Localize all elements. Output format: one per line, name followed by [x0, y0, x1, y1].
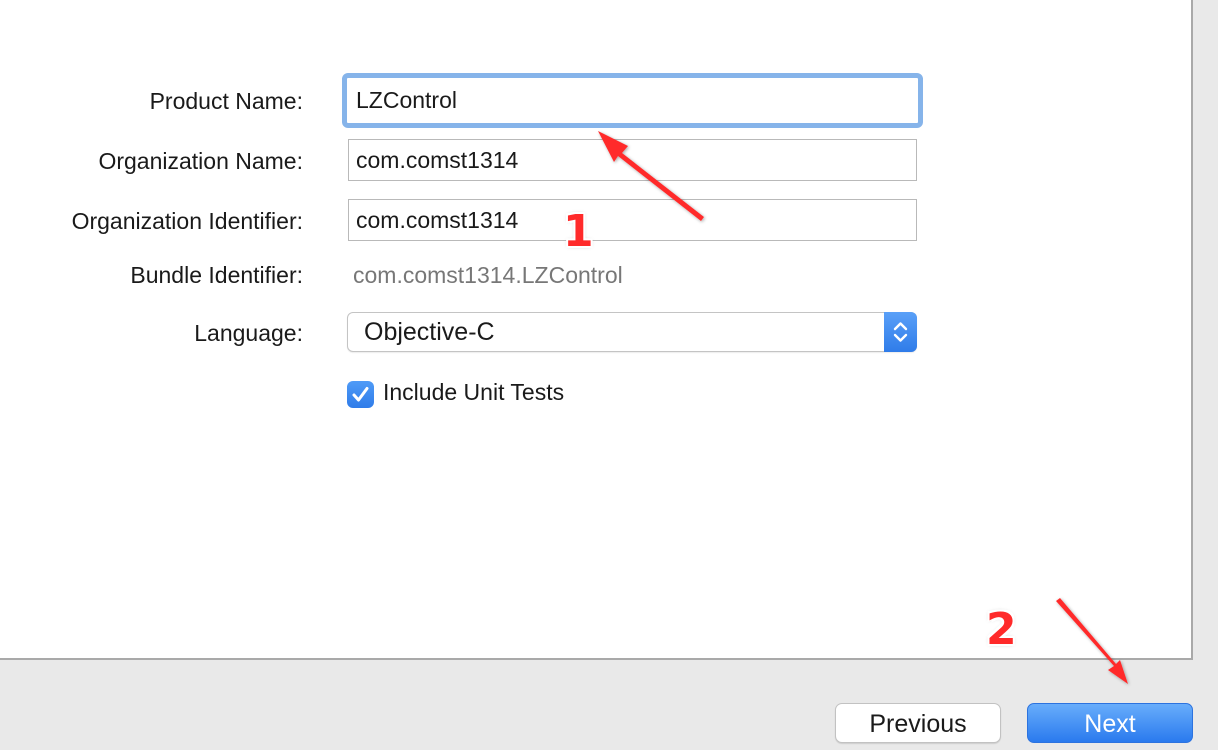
organization-name-field[interactable] — [348, 139, 917, 181]
up-down-chevron-icon — [884, 312, 917, 352]
language-label: Language: — [194, 320, 303, 346]
annotation-marker-2: 2 — [986, 604, 1017, 655]
organization-name-label: Organization Name: — [98, 148, 303, 174]
include-unit-tests-label[interactable]: Include Unit Tests — [383, 379, 564, 406]
previous-button[interactable]: Previous — [835, 703, 1001, 743]
language-popup-button[interactable]: Objective-C — [347, 312, 917, 352]
organization-identifier-field[interactable] — [348, 199, 917, 241]
bundle-identifier-label: Bundle Identifier: — [130, 262, 303, 288]
product-name-label: Product Name: — [149, 88, 303, 114]
bundle-identifier-value: com.comst1314.LZControl — [353, 262, 623, 288]
product-name-field[interactable] — [342, 73, 923, 128]
annotation-marker-1: 1 — [563, 206, 594, 257]
include-unit-tests-checkbox[interactable] — [347, 381, 374, 408]
organization-identifier-label: Organization Identifier: — [71, 208, 303, 234]
language-selected-value: Objective-C — [364, 318, 495, 346]
project-options-panel: Product Name: Organization Name: Organiz… — [0, 0, 1193, 660]
checkmark-icon — [352, 387, 369, 402]
next-button[interactable]: Next — [1027, 703, 1193, 743]
